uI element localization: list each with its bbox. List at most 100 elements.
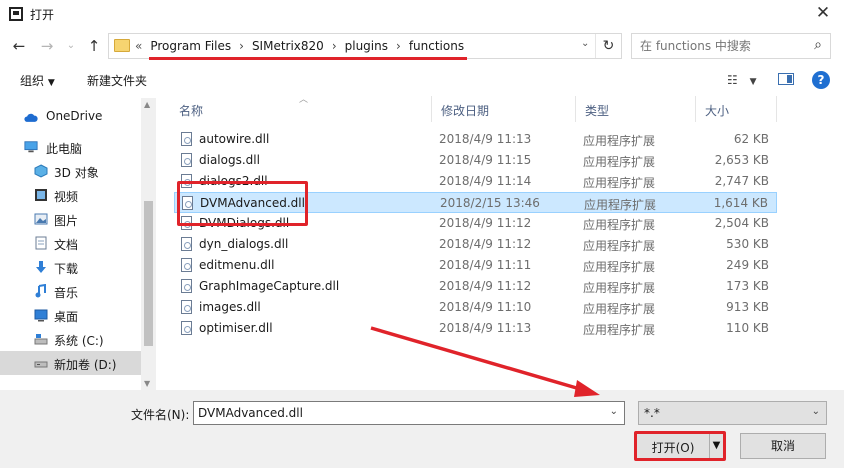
- sidebar-item-label: 系统 (C:): [54, 334, 104, 348]
- sidebar-item-onedrive[interactable]: OneDrive: [0, 104, 141, 128]
- open-button[interactable]: 打开(O) ▼: [636, 433, 724, 459]
- breadcrumb-item[interactable]: Program Files: [150, 39, 231, 53]
- chevron-down-icon[interactable]: ⌄: [812, 406, 820, 417]
- file-date: 2018/4/9 11:11: [439, 258, 532, 272]
- pictures-icon: [34, 213, 48, 225]
- close-icon[interactable]: ✕: [812, 3, 834, 23]
- sidebar-item-label: 桌面: [54, 310, 79, 324]
- file-type: 应用程序扩展: [583, 323, 656, 337]
- file-size: 249 KB: [726, 258, 769, 272]
- filename-combobox[interactable]: ⌄: [193, 401, 625, 425]
- search-box[interactable]: ⌕: [631, 33, 831, 59]
- sidebar-item-label: 文档: [54, 238, 79, 252]
- chevron-down-icon[interactable]: ⌄: [610, 406, 618, 417]
- file-size: 110 KB: [726, 321, 769, 335]
- sidebar-item-3d-objects[interactable]: 3D 对象: [0, 159, 141, 183]
- chevron-right-icon[interactable]: ›: [396, 39, 401, 53]
- new-folder-button[interactable]: 新建文件夹: [87, 72, 147, 89]
- sidebar-scrollbar[interactable]: ▲ ▼: [141, 98, 156, 390]
- help-icon[interactable]: ?: [812, 71, 830, 89]
- file-row[interactable]: dyn_dialogs.dll 2018/4/9 11:12 应用程序扩展 53…: [174, 234, 777, 255]
- file-name: editmenu.dll: [199, 258, 275, 272]
- filter-value: *.*: [644, 406, 660, 420]
- sidebar-item-downloads[interactable]: 下载: [0, 255, 141, 279]
- file-size: 2,747 KB: [714, 174, 769, 188]
- organize-button[interactable]: 组织 ▼: [20, 72, 55, 89]
- dll-file-icon: [181, 216, 192, 230]
- dll-file-icon: [181, 174, 192, 188]
- file-row[interactable]: dialogs.dll 2018/4/9 11:15 应用程序扩展 2,653 …: [174, 150, 777, 171]
- folder-icon: [114, 39, 130, 52]
- file-date: 2018/4/9 11:10: [439, 300, 532, 314]
- file-row[interactable]: GraphImageCapture.dll 2018/4/9 11:12 应用程…: [174, 276, 777, 297]
- file-row[interactable]: optimiser.dll 2018/4/9 11:13 应用程序扩展 110 …: [174, 318, 777, 339]
- file-type-filter[interactable]: *.* ⌄: [638, 401, 827, 425]
- sidebar-item-label: 此电脑: [46, 142, 83, 156]
- file-type: 应用程序扩展: [583, 302, 656, 316]
- file-row[interactable]: autowire.dll 2018/4/9 11:13 应用程序扩展 62 KB: [174, 129, 777, 150]
- sidebar-item-drive-d[interactable]: 新加卷 (D:): [0, 351, 141, 375]
- computer-icon: [24, 141, 38, 153]
- file-row[interactable]: dialogs2.dll 2018/4/9 11:14 应用程序扩展 2,747…: [174, 171, 777, 192]
- sidebar-item-this-pc[interactable]: 此电脑: [0, 135, 141, 159]
- scroll-down-icon[interactable]: ▼: [144, 379, 150, 388]
- scrollbar-thumb[interactable]: [144, 201, 153, 346]
- overflow-chevron-icon[interactable]: «: [135, 39, 142, 53]
- sidebar-item-label: 3D 对象: [54, 166, 99, 180]
- breadcrumb-item[interactable]: functions: [409, 39, 464, 53]
- search-icon[interactable]: ⌕: [814, 37, 822, 53]
- column-header-label: 修改日期: [441, 104, 490, 118]
- sidebar-item-documents[interactable]: 文档: [0, 231, 141, 255]
- breadcrumb-item[interactable]: SIMetrix820: [252, 39, 324, 53]
- up-arrow-icon[interactable]: ↑: [85, 36, 103, 56]
- search-input[interactable]: [640, 39, 800, 53]
- address-bar[interactable]: « Program Files › SIMetrix820 › plugins › funct…: [108, 33, 622, 59]
- back-arrow-icon[interactable]: ←: [10, 36, 28, 56]
- sidebar-item-desktop[interactable]: 桌面: [0, 303, 141, 327]
- file-type: 应用程序扩展: [583, 134, 656, 148]
- column-header-type[interactable]: 类型: [576, 96, 696, 122]
- file-date: 2018/4/9 11:13: [439, 321, 532, 335]
- cancel-button[interactable]: 取消: [740, 433, 826, 459]
- file-date: 2018/4/9 11:12: [439, 237, 532, 251]
- sidebar-item-videos[interactable]: 视频: [0, 183, 141, 207]
- preview-pane-icon[interactable]: [778, 73, 794, 85]
- file-size: 62 KB: [733, 132, 769, 146]
- breadcrumb-item[interactable]: plugins: [345, 39, 388, 53]
- sidebar-item-drive-c[interactable]: 系统 (C:): [0, 327, 141, 351]
- title-bar: 打开 ✕: [0, 0, 844, 28]
- sidebar-item-pictures[interactable]: 图片: [0, 207, 141, 231]
- open-dropdown-arrow-icon[interactable]: ▼: [709, 434, 723, 458]
- scroll-up-icon[interactable]: ▲: [144, 100, 150, 109]
- chevron-right-icon[interactable]: ›: [332, 39, 337, 53]
- file-date: 2018/4/9 11:14: [439, 174, 532, 188]
- column-header-date[interactable]: 修改日期: [432, 96, 576, 122]
- recent-locations-chevron-icon[interactable]: ⌄: [62, 36, 80, 56]
- downloads-icon: [36, 261, 46, 273]
- file-row[interactable]: editmenu.dll 2018/4/9 11:11 应用程序扩展 249 K…: [174, 255, 777, 276]
- file-list: 名称 ︿ 修改日期 类型 大小 autowire.dll 2018/4/9 11…: [166, 95, 844, 390]
- file-type: 应用程序扩展: [584, 198, 657, 212]
- file-date: 2018/4/9 11:13: [439, 132, 532, 146]
- filename-input[interactable]: [198, 406, 598, 420]
- column-header-label: 大小: [705, 104, 730, 118]
- sidebar-item-label: 音乐: [54, 286, 79, 300]
- forward-arrow-icon[interactable]: →: [38, 36, 56, 56]
- file-date: 2018/2/15 13:46: [440, 196, 540, 210]
- refresh-icon[interactable]: ↻: [595, 34, 621, 58]
- file-size: 530 KB: [726, 237, 769, 251]
- file-row-selected[interactable]: DVMAdvanced.dll 2018/2/15 13:46 应用程序扩展 1…: [174, 192, 777, 213]
- file-row[interactable]: DVMDialogs.dll 2018/4/9 11:12 应用程序扩展 2,5…: [174, 213, 777, 234]
- file-row[interactable]: images.dll 2018/4/9 11:10 应用程序扩展 913 KB: [174, 297, 777, 318]
- chevron-right-icon[interactable]: ›: [239, 39, 244, 53]
- change-view-icon[interactable]: ☷ ▼: [727, 73, 757, 87]
- file-name: dialogs.dll: [199, 153, 260, 167]
- dropdown-arrow-icon: ▼: [47, 78, 55, 88]
- file-size: 913 KB: [726, 300, 769, 314]
- dll-file-icon: [181, 237, 192, 251]
- column-header-name[interactable]: 名称 ︿: [170, 95, 432, 122]
- address-dropdown-icon[interactable]: ⌄: [581, 38, 589, 49]
- column-header-size[interactable]: 大小: [696, 96, 777, 122]
- sidebar-item-music[interactable]: 音乐: [0, 279, 141, 303]
- dll-file-icon: [182, 196, 193, 210]
